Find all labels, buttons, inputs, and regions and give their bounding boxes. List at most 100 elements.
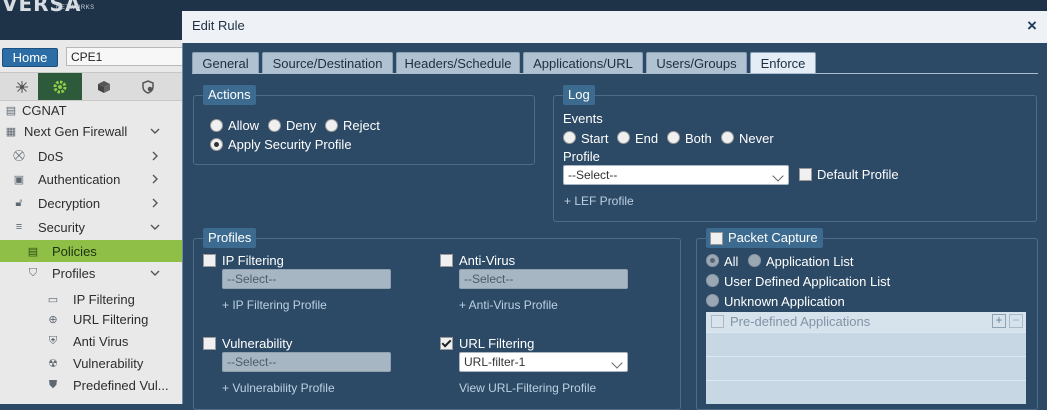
monitor-icon: ▭ (47, 293, 59, 306)
anti-virus-select[interactable]: --Select-- (459, 269, 628, 289)
vulnerability-select[interactable]: --Select-- (222, 352, 391, 372)
profiles-legend: Profiles (203, 228, 257, 248)
radio-event-both[interactable] (667, 131, 680, 144)
predefined-icon: ⛊ (48, 378, 58, 391)
chevron-down-icon (611, 357, 623, 369)
lef-profile-link[interactable]: + LEF Profile (564, 194, 634, 208)
events-label: Events (563, 111, 603, 126)
radio-capture-user-defined[interactable] (706, 274, 719, 287)
tab-headers-schedule[interactable]: Headers/Schedule (396, 52, 520, 74)
cube-icon[interactable] (82, 73, 126, 100)
profiles-icon: ⛉ (28, 266, 38, 279)
event-start-label: Start (581, 131, 609, 146)
url-filtering-checkbox[interactable] (440, 337, 453, 350)
url-filtering-profile-link[interactable]: View URL-Filtering Profile (459, 381, 596, 395)
log-profile-value: --Select-- (568, 168, 618, 182)
sidebar-item-url-filtering[interactable]: ⊕ URL Filtering (0, 308, 182, 330)
ip-filtering-value: --Select-- (227, 272, 277, 286)
radio-reject[interactable] (325, 119, 338, 132)
default-profile-label: Default Profile (817, 167, 899, 182)
tab-applications-url[interactable]: Applications/URL (523, 52, 643, 74)
sidebar-item-profiles[interactable]: ⛉ Profiles (0, 262, 182, 284)
chevron-down-icon[interactable] (150, 268, 160, 278)
tab-enforce[interactable]: Enforce (750, 52, 816, 74)
anti-virus-checkbox[interactable] (440, 254, 453, 267)
tab-users-groups[interactable]: Users/Groups (646, 52, 747, 74)
tab-divider (192, 73, 1038, 74)
radio-event-start[interactable] (563, 131, 576, 144)
firewall-icon: ▦ (5, 125, 17, 138)
chevron-down-icon[interactable] (150, 126, 160, 136)
sidebar-item-predefined-vulnerability[interactable]: ⛊ Predefined Vul... (0, 374, 182, 396)
appliance-field[interactable]: CPE1 (66, 47, 186, 66)
allow-label: Allow (228, 118, 260, 133)
ip-filtering-profile-link[interactable]: + IP Filtering Profile (222, 298, 327, 312)
capture-unknown-label: Unknown Application (724, 294, 845, 309)
anti-virus-label: Anti-Virus (459, 253, 516, 268)
remove-icon[interactable]: − (1009, 314, 1023, 328)
sidebar-item-decryption[interactable]: 🔓︎ Decryption (0, 192, 182, 214)
log-profile-select[interactable]: --Select-- (563, 165, 789, 185)
cgnat-icon: ▤ (5, 104, 17, 117)
close-button[interactable]: × (1024, 17, 1040, 34)
apply-security-profile-label: Apply Security Profile (228, 137, 352, 152)
vulnerability-checkbox[interactable] (203, 337, 216, 350)
dos-icon: ⛒ (13, 149, 25, 162)
radio-capture-application-list[interactable] (748, 254, 761, 267)
chevron-right-icon[interactable] (150, 151, 160, 161)
decryption-icon: 🔓︎ (15, 196, 23, 209)
add-icon[interactable]: + (992, 314, 1006, 328)
radio-allow[interactable] (210, 119, 223, 132)
default-profile-checkbox[interactable] (799, 168, 812, 181)
actions-legend: Actions (203, 85, 256, 105)
anti-virus-value: --Select-- (464, 272, 514, 286)
ip-filtering-checkbox[interactable] (203, 254, 216, 267)
sidebar-item-vulnerability[interactable]: ☢ Vulnerability (0, 352, 182, 374)
radio-event-never[interactable] (721, 131, 734, 144)
radio-capture-unknown[interactable] (706, 294, 719, 307)
radio-capture-all[interactable] (706, 254, 719, 267)
gear-icon[interactable] (38, 73, 82, 100)
vulnerability-icon: ☢ (48, 357, 58, 370)
radio-deny[interactable] (268, 119, 281, 132)
event-end-label: End (635, 131, 659, 146)
tab-general[interactable]: General (192, 52, 259, 74)
grid-select-all-checkbox[interactable] (711, 315, 724, 328)
sidebar-item-dos[interactable]: ⛒ DoS (0, 145, 182, 167)
shield-gear-icon[interactable] (126, 73, 170, 100)
icon-tab-bar (0, 72, 182, 101)
grid-row-divider (706, 380, 1026, 381)
home-button[interactable]: Home (2, 48, 58, 67)
capture-all-label: All (724, 254, 739, 269)
vulnerability-value: --Select-- (227, 355, 277, 369)
ip-filtering-label: IP Filtering (222, 253, 284, 268)
sidebar-item-authentication[interactable]: ▣ Authentication (0, 168, 182, 190)
ip-filtering-select[interactable]: --Select-- (222, 269, 391, 289)
url-filtering-value: URL-filter-1 (464, 355, 526, 369)
vulnerability-profile-link[interactable]: + Vulnerability Profile (222, 381, 335, 395)
chevron-right-icon[interactable] (150, 198, 160, 208)
packet-capture-checkbox[interactable] (710, 232, 723, 245)
grid-header-label: Pre-defined Applications (730, 314, 871, 329)
radio-event-end[interactable] (617, 131, 630, 144)
sidebar-item-ip-filtering[interactable]: ▭ IP Filtering (0, 288, 182, 310)
sidebar-item-anti-virus[interactable]: ⛨ Anti Virus (0, 330, 182, 352)
sidebar-item-next-gen-firewall[interactable]: ▦ Next Gen Firewall (0, 120, 182, 142)
grid-row-divider (706, 356, 1026, 357)
globe-icon: ⊕ (48, 313, 58, 326)
grid-row-divider (706, 332, 1026, 333)
radio-apply-security-profile[interactable] (210, 138, 223, 151)
chevron-right-icon[interactable] (150, 174, 160, 184)
sidebar-item-security[interactable]: ≡ Security (0, 216, 182, 238)
deny-label: Deny (286, 118, 317, 133)
anti-virus-profile-link[interactable]: + Anti-Virus Profile (459, 298, 558, 312)
sidebar-item-cgnat[interactable]: ▤ CGNAT (0, 99, 182, 121)
log-legend: Log (563, 85, 595, 105)
url-filtering-select[interactable]: URL-filter-1 (459, 352, 628, 372)
packet-capture-legend: Packet Capture (706, 228, 823, 248)
profile-label: Profile (563, 149, 600, 164)
sidebar-item-policies[interactable]: ▤ Policies (0, 240, 182, 262)
tab-source-destination[interactable]: Source/Destination (262, 52, 393, 74)
chevron-down-icon[interactable] (150, 222, 160, 232)
event-both-label: Both (685, 131, 712, 146)
